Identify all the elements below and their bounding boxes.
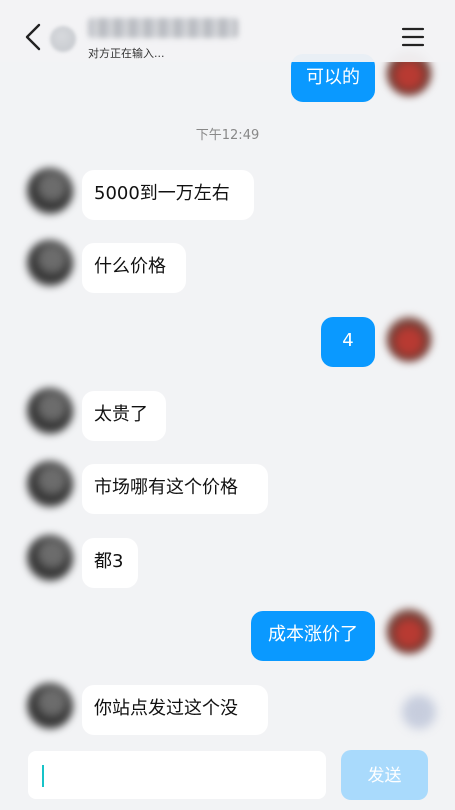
chat-header: 对方正在输入...: [0, 0, 455, 62]
typing-status: 对方正在输入...: [88, 47, 165, 60]
send-button[interactable]: 发送: [341, 750, 428, 800]
message-bubble-incoming[interactable]: 都3: [82, 538, 138, 588]
message-bubble-incoming[interactable]: 市场哪有这个价格: [82, 464, 268, 514]
text-caret: [42, 765, 44, 787]
contact-avatar-small[interactable]: [50, 26, 76, 52]
contact-avatar[interactable]: [27, 240, 73, 286]
contact-name-redacted: [88, 18, 238, 38]
message-bubble-outgoing[interactable]: 成本涨价了: [251, 611, 375, 661]
my-avatar[interactable]: [386, 608, 432, 654]
contact-avatar[interactable]: [27, 461, 73, 507]
message-bubble-incoming[interactable]: 什么价格: [82, 243, 186, 293]
back-icon[interactable]: [22, 22, 46, 52]
message-timestamp: 下午12:49: [195, 128, 260, 143]
input-bar: 发送: [0, 745, 455, 810]
message-bubble-outgoing[interactable]: 4: [321, 317, 375, 367]
my-avatar[interactable]: [386, 316, 432, 362]
contact-avatar[interactable]: [27, 535, 73, 581]
contact-avatar[interactable]: [27, 388, 73, 434]
message-bubble-incoming[interactable]: 太贵了: [82, 391, 166, 441]
chat-area[interactable]: 可以的 下午12:49 5000到一万左右 什么价格 4 太贵了 市场哪有这个价…: [0, 0, 455, 745]
message-input[interactable]: [28, 751, 326, 799]
menu-icon[interactable]: [401, 27, 425, 47]
floating-avatar[interactable]: [402, 695, 436, 729]
contact-avatar[interactable]: [27, 683, 73, 729]
message-bubble-incoming[interactable]: 5000到一万左右: [82, 170, 254, 220]
contact-avatar[interactable]: [27, 168, 73, 214]
message-bubble-incoming[interactable]: 你站点发过这个没: [82, 685, 268, 735]
